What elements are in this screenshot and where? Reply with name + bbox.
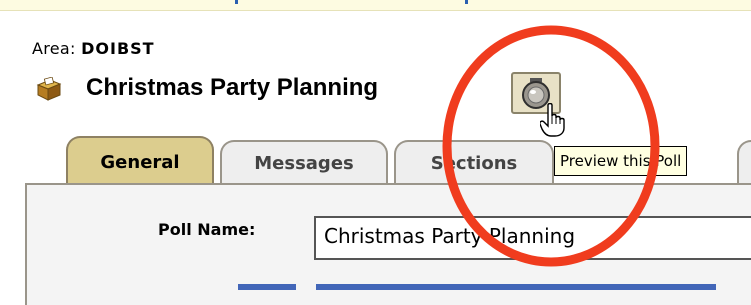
poll-name-input[interactable]: Christmas Party Planning [314, 216, 751, 260]
tab-sections-label: Sections [430, 153, 518, 174]
cut-off-link-fragment [465, 0, 468, 4]
preview-tooltip: Preview this Poll [554, 146, 688, 176]
tab-partially-hidden[interactable] [737, 140, 751, 184]
cut-off-link-fragment [316, 284, 716, 290]
area-indicator: Area: DOIBST [32, 39, 155, 58]
page-title: Christmas Party Planning [86, 74, 379, 101]
top-strip [0, 0, 751, 11]
tab-general-label: General [100, 152, 180, 173]
tab-sections[interactable]: Sections [394, 140, 554, 184]
cut-off-label-fragment [238, 284, 296, 290]
poll-name-label: Poll Name: [158, 220, 256, 239]
tab-general[interactable]: General [66, 136, 214, 184]
hand-cursor-icon [540, 103, 565, 137]
area-value: DOIBST [81, 39, 155, 58]
ballot-box-icon [36, 77, 62, 101]
cut-off-link-fragment [235, 0, 238, 4]
tab-messages-label: Messages [254, 153, 354, 174]
tab-messages[interactable]: Messages [220, 140, 388, 184]
cut-off-url-link[interactable] [238, 282, 718, 290]
area-label: Area: [32, 39, 76, 58]
